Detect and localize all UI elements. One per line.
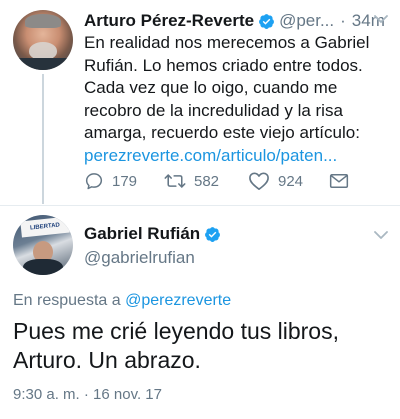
avatar-gabriel[interactable]: LIBERTAD [13, 215, 73, 275]
article-link[interactable]: perezreverte.com/articulo/paten... [84, 145, 394, 168]
verified-icon [259, 13, 274, 29]
reply-button[interactable]: 179 [84, 170, 137, 192]
tweet-text: En realidad nos merecemos a Gabriel Rufi… [84, 32, 394, 167]
tweet-text-line: Cada vez que lo oigo, cuando me [84, 78, 338, 97]
verified-icon [205, 226, 221, 242]
reply-text-line: Pues me crié leyendo tus libros, [13, 318, 339, 344]
author-name-gabriel[interactable]: Gabriel Rufián [84, 224, 221, 244]
tweet-text-line: Rufián. Lo hemos criado entre todos. [84, 55, 363, 75]
author-handle[interactable]: @per... [279, 11, 334, 31]
message-icon [329, 174, 349, 188]
message-button[interactable] [329, 170, 357, 192]
avatar-body [23, 259, 63, 275]
author-name[interactable]: Gabriel Rufián [84, 224, 200, 244]
reply-timestamp[interactable]: 9:30 a. m. · 16 nov. 17 [13, 386, 162, 403]
tweet-actions: 179 582 924 [84, 170, 384, 192]
tweet-header: Arturo Pérez-Reverte @per... · 34m [84, 9, 394, 33]
tweet-text-line: amarga, recuerdo este viejo artículo: [84, 123, 360, 142]
tweet-text-line: recobro de la incredulidad y la risa [84, 100, 343, 120]
author-handle-gabriel[interactable]: @gabrielrufian [84, 248, 195, 268]
reply-mention-link[interactable]: @perezreverte [125, 292, 231, 309]
reply-prefix: En respuesta a [13, 292, 121, 309]
avatar-sign: LIBERTAD [20, 216, 70, 238]
author-name[interactable]: Arturo Pérez-Reverte [84, 11, 254, 31]
reply-text: Pues me crié leyendo tus libros, Arturo.… [13, 317, 393, 375]
retweet-icon [164, 174, 186, 188]
chevron-down-icon[interactable] [372, 12, 390, 26]
tweet-separator: · [340, 11, 346, 30]
like-button[interactable]: 924 [248, 170, 303, 192]
retweet-button[interactable]: 582 [164, 170, 219, 192]
retweet-count: 582 [194, 172, 220, 190]
reply-count: 179 [112, 172, 138, 190]
tweet-arturo[interactable]: Arturo Pérez-Reverte @per... · 34m En re… [0, 0, 400, 204]
like-count: 924 [278, 172, 304, 190]
reply-icon [85, 173, 103, 190]
like-icon [249, 172, 269, 190]
tweet-text-line: En realidad nos merecemos a Gabriel [84, 33, 370, 52]
thread-line [42, 74, 44, 204]
avatar-hair [25, 14, 61, 28]
chevron-down-icon[interactable] [372, 228, 390, 242]
tweet-divider [0, 205, 400, 206]
avatar-shirt [13, 58, 73, 70]
avatar-arturo[interactable] [13, 10, 73, 70]
reply-text-line: Arturo. Un abrazo. [13, 347, 201, 373]
reply-context: En respuesta a @perezreverte [13, 292, 231, 310]
